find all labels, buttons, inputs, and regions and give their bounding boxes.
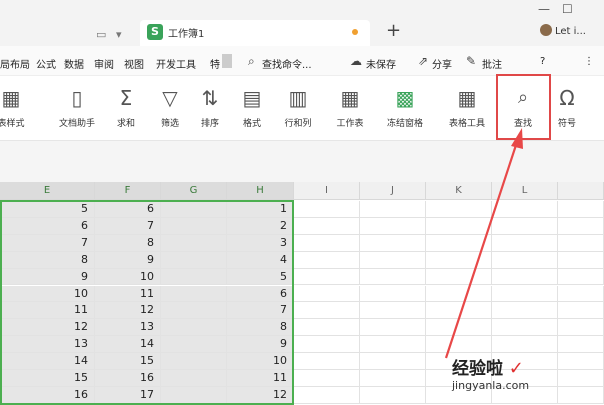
annotation-arrow bbox=[444, 128, 523, 359]
watermark-url: jingyanla.com bbox=[452, 379, 530, 392]
watermark-title: 经验啦 bbox=[452, 359, 503, 379]
watermark: 经验啦 ✓ jingyanla.com bbox=[452, 354, 529, 392]
check-icon: ✓ bbox=[503, 358, 524, 379]
